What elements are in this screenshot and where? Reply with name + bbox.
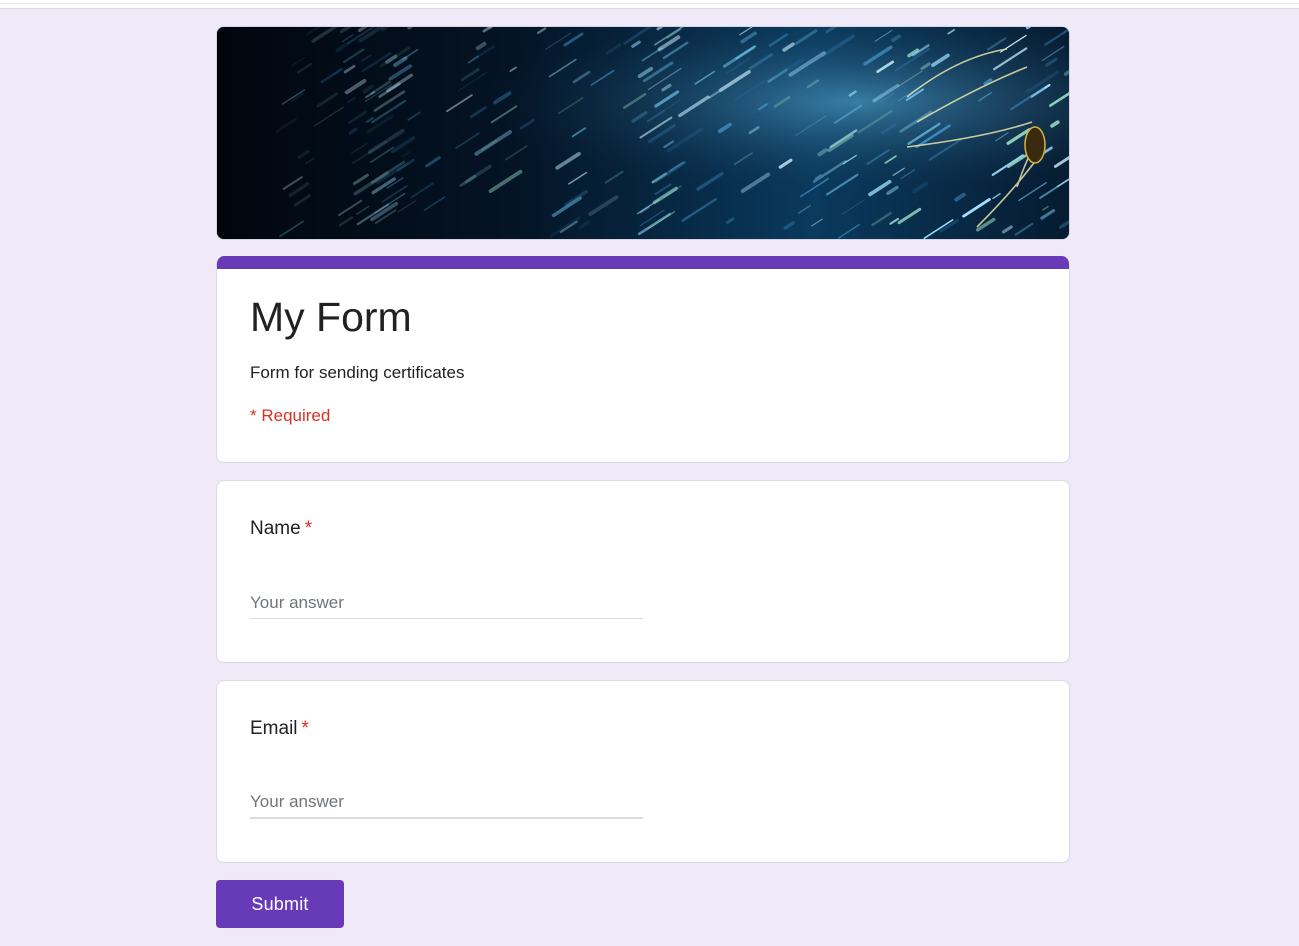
email-answer-input[interactable] xyxy=(250,787,643,819)
name-answer-input[interactable] xyxy=(250,587,643,619)
title-accent-bar xyxy=(217,256,1069,269)
question-label-text: Name xyxy=(250,518,301,539)
question-card-email: Email * xyxy=(216,680,1070,863)
question-label-text: Email xyxy=(250,718,298,739)
browser-top-edge xyxy=(0,0,1299,9)
banner-graphic xyxy=(217,27,1069,239)
question-card-name: Name * xyxy=(216,480,1070,663)
required-asterisk: * xyxy=(304,518,313,539)
header-banner-image xyxy=(216,26,1070,240)
required-asterisk: * xyxy=(301,718,309,739)
actions-row: Submit xyxy=(216,880,1070,928)
browser-top-divider xyxy=(0,3,1299,4)
submit-button[interactable]: Submit xyxy=(216,880,344,928)
question-label-email: Email * xyxy=(250,717,309,741)
form-title: My Form xyxy=(250,294,412,340)
form-title-card: My Form Form for sending certificates * … xyxy=(216,256,1070,463)
required-note: * Required xyxy=(250,406,331,425)
question-label-name: Name * xyxy=(250,517,312,541)
form-description: Form for sending certificates xyxy=(250,363,465,382)
form-container: My Form Form for sending certificates * … xyxy=(216,26,1070,928)
